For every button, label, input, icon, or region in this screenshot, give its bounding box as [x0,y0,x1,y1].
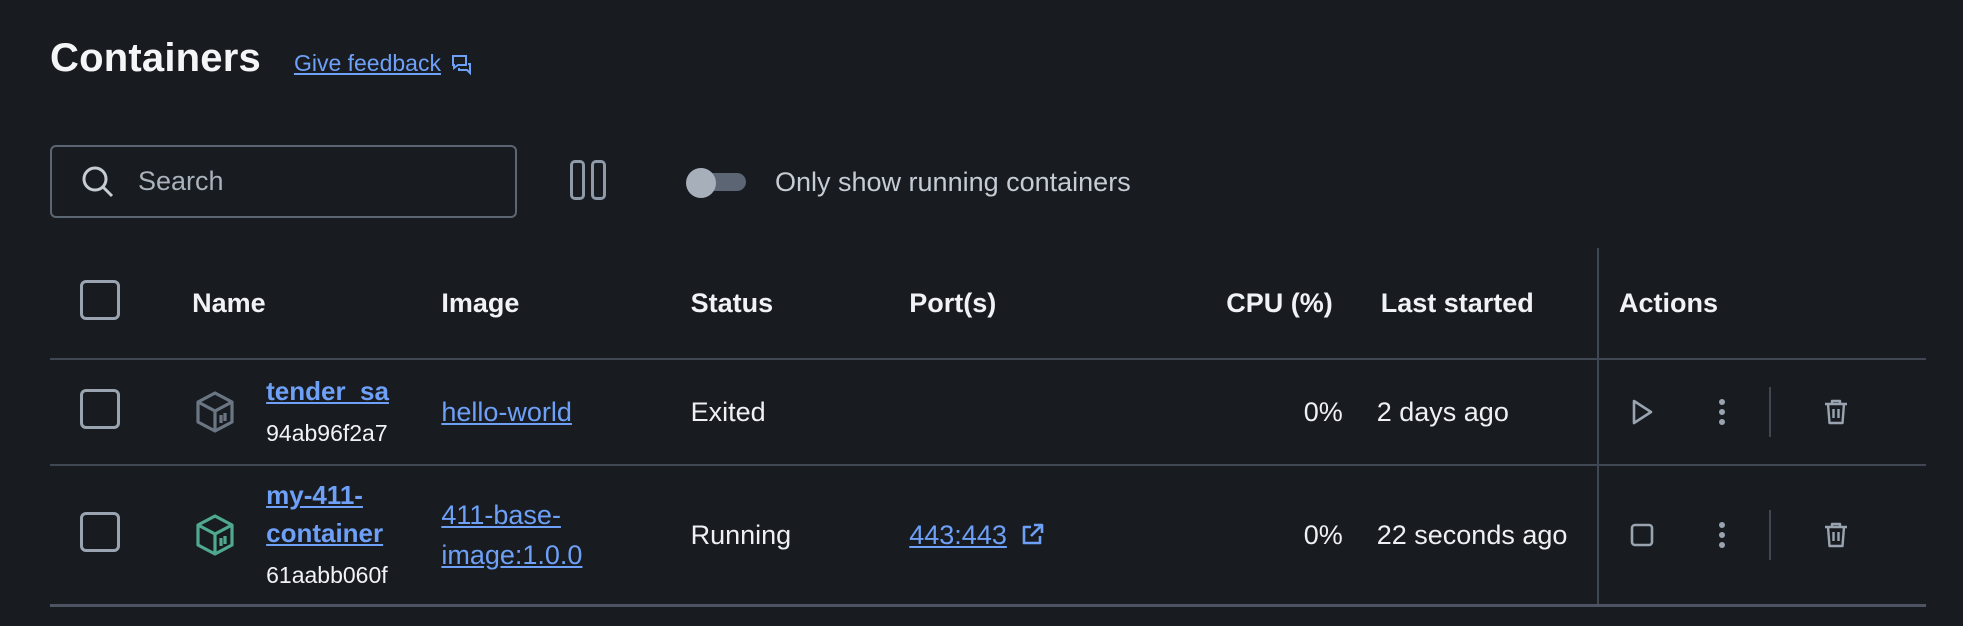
container-icon [196,391,234,433]
more-options-button[interactable] [1705,518,1739,552]
image-link[interactable]: hello-world [441,397,572,427]
feedback-icon [451,54,471,75]
last-started-value: 22 seconds ago [1360,465,1598,607]
search-icon [82,166,114,197]
cpu-value: 0% [1226,465,1361,607]
row-actions [1599,387,1926,437]
search-box[interactable] [50,145,517,218]
start-button[interactable] [1625,395,1659,429]
give-feedback-link[interactable]: Give feedback [294,50,473,77]
last-started-value: 2 days ago [1360,359,1598,466]
stop-button[interactable] [1625,518,1659,552]
containers-table: Name Image Status Port(s) CPU (%) Last s… [50,248,1926,607]
column-layout-icon [570,160,585,200]
column-header-name[interactable]: Name [192,248,442,360]
row-checkbox[interactable] [80,388,120,429]
row-checkbox[interactable] [80,511,120,552]
container-id: 94ab96f2a7 [266,420,388,446]
select-all-checkbox[interactable] [80,279,120,320]
port-link[interactable]: 443:443 [909,520,1045,551]
external-link-icon [1022,523,1044,545]
column-header-cpu[interactable]: CPU (%) [1226,248,1361,360]
container-name-link[interactable]: my-411-container [266,476,398,552]
table-row[interactable]: my-411-container 61aabb060f 411-base-ima… [50,465,1926,607]
stop-icon [1630,523,1654,547]
page-header: Containers Give feedback [50,36,473,81]
row-actions [1599,510,1926,560]
trash-icon [1824,399,1847,425]
column-header-last-started[interactable]: Last started [1360,248,1598,360]
column-layout-button[interactable] [570,160,612,204]
running-only-label: Only show running containers [775,167,1131,197]
port-link-label[interactable]: 443:443 [909,520,1007,551]
more-vertical-icon [1718,399,1725,425]
table-header-row: Name Image Status Port(s) CPU (%) Last s… [50,248,1926,360]
more-options-button[interactable] [1705,395,1739,429]
give-feedback-label[interactable]: Give feedback [294,50,441,77]
more-vertical-icon [1718,522,1725,548]
status-text: Running [690,465,910,607]
play-icon [1632,399,1653,425]
search-input[interactable] [136,165,500,198]
table-row[interactable]: tender_sa 94ab96f2a7 hello-world Exited … [50,359,1926,466]
ports-cell [909,359,1227,466]
container-icon [196,514,234,556]
container-name-link[interactable]: tender_sa [266,372,398,410]
column-header-ports[interactable]: Port(s) [909,248,1227,360]
delete-button[interactable] [1819,518,1853,552]
container-id: 61aabb060f [266,562,388,588]
cpu-value: 0% [1226,359,1361,466]
column-header-image[interactable]: Image [441,248,691,360]
delete-button[interactable] [1819,395,1853,429]
page-title: Containers [50,36,261,80]
status-text: Exited [690,359,910,466]
running-only-toggle[interactable] [686,168,746,198]
image-link[interactable]: 411-base-image:1.0.0 [441,495,601,575]
column-header-actions: Actions [1596,248,1926,360]
trash-icon [1824,522,1847,548]
column-header-status[interactable]: Status [690,248,910,360]
